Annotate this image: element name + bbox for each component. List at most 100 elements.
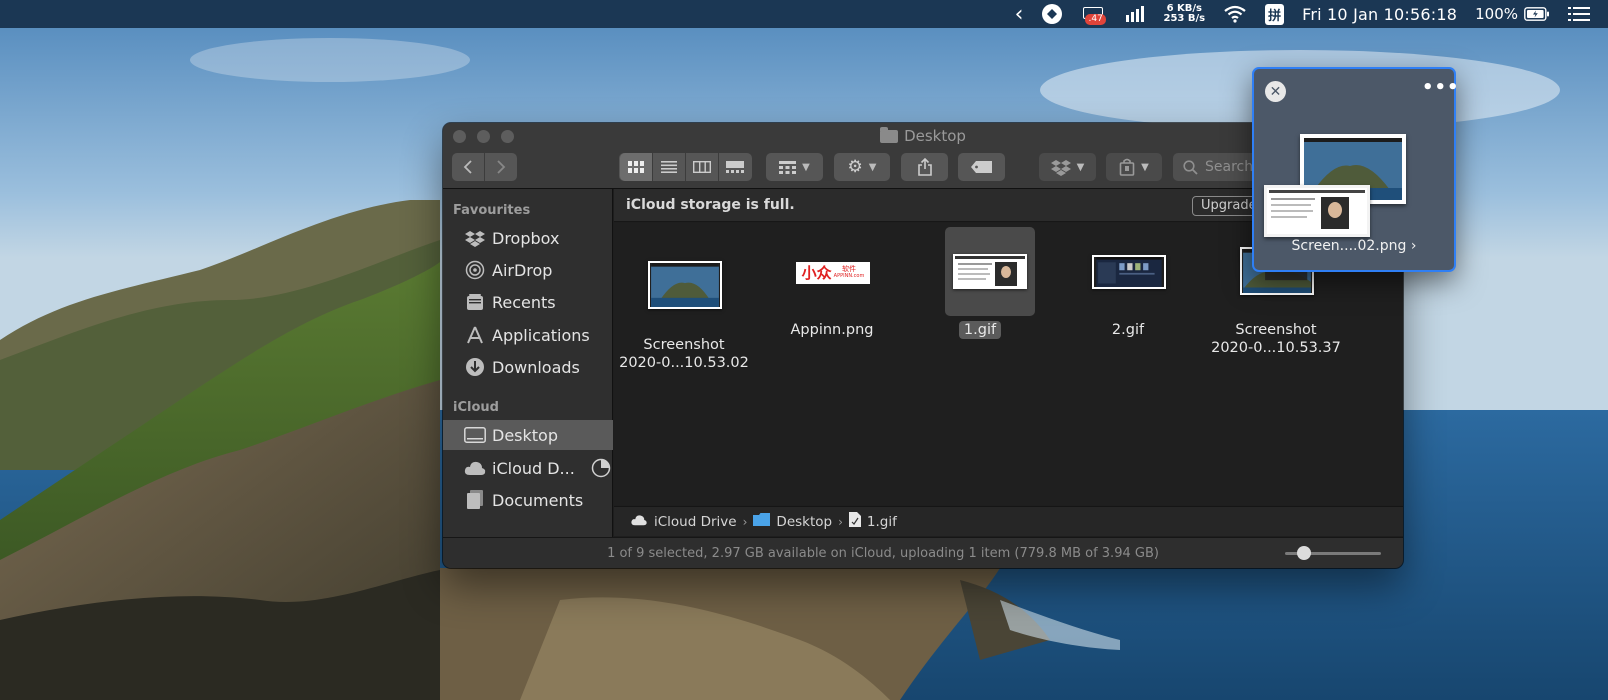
dropbox-toolbar-button[interactable]: ▼ [1039,153,1096,181]
dropbox-icon [1050,159,1071,176]
close-icon[interactable]: ✕ [1265,81,1286,102]
gallery-view-icon [726,161,744,173]
action-menu-button[interactable]: ⚙ ▼ [834,153,890,181]
file-item-appinn[interactable]: 小众 软件 APPINN.com Appinn.png [762,223,902,363]
file-item-2-gif[interactable]: 2.gif [1058,223,1198,363]
column-view-button[interactable] [686,153,719,181]
desktop-icon [464,425,486,445]
battery-percent: 100% [1475,5,1518,23]
gif-1-thumbnail-image [953,254,1027,289]
battery-status[interactable]: 100% [1475,0,1550,28]
bag-icon [1119,158,1135,176]
file-name: 2.gif [1058,321,1198,339]
menu-bar: ‹ .47 6 KB/s 253 B/s 拼 Fri 10 Jan 10:56:… [0,0,1608,28]
share-button[interactable] [901,153,948,181]
airdrop-icon [464,260,486,280]
status-bar: 1 of 9 selected, 2.97 GB available on iC… [443,537,1403,568]
tags-button[interactable] [958,153,1005,181]
sidebar-item-icloud-drive[interactable]: iCloud D... [443,453,613,483]
documents-icon [464,490,486,510]
recents-icon [464,292,486,312]
file-name: Screenshot 2020-0...10.53.37 [1206,321,1346,357]
nav-buttons [452,153,517,181]
sidebar-item-label: iCloud D... [492,458,575,478]
search-placeholder: Search [1205,159,1254,175]
battery-charging-icon [1524,7,1549,21]
path-separator: › [742,514,748,529]
tag-icon [970,161,992,173]
file-item-screenshot-1053-02[interactable]: Screenshot 2020-0...10.53.02 [614,223,754,383]
sidebar-item-documents[interactable]: Documents [443,485,613,515]
file-name-line1: Appinn.png [790,322,874,338]
more-options-icon[interactable]: ••• [1422,77,1460,98]
appinn-logo-image: 小众 软件 APPINN.com [796,262,870,284]
battery-badge-icon[interactable]: .47 [1081,4,1107,25]
tool-status-icon[interactable] [1041,0,1063,28]
input-method-icon[interactable]: 拼 [1265,0,1285,28]
icon-view-icon [627,161,644,173]
folder-icon [880,126,899,143]
file-name-line2: 2020-0...10.53.02 [619,355,749,371]
file-name-line1: Screenshot [643,337,725,353]
sidebar-section-favourites: Favourites [453,203,531,218]
network-speed[interactable]: 6 KB/s 253 B/s [1163,0,1205,28]
path-item-desktop[interactable]: Desktop [776,514,832,530]
gif-2-thumbnail-image [1092,255,1166,289]
sidebar-item-desktop[interactable]: Desktop [443,420,613,450]
sidebar-item-label: AirDrop [492,260,553,280]
sidebar-item-recents[interactable]: Recents [443,287,613,317]
gallery-view-button[interactable] [719,153,752,181]
file-item-1-gif[interactable]: 1.gif [910,223,1050,363]
list-view-icon [660,161,677,173]
wifi-icon[interactable] [1223,0,1247,28]
path-separator: › [838,514,843,529]
sidebar-item-label: Recents [492,292,556,312]
column-view-icon [692,161,711,173]
appinn-logo-subtext: 软件 [842,265,856,273]
appinn-logo-url: APPINN.com [833,273,865,279]
path-item-1-gif[interactable]: 1.gif [867,514,897,530]
chevron-down-icon: ▼ [802,161,810,173]
control-center-icon[interactable] [1568,0,1590,28]
file-name: Screenshot 2020-0...10.53.02 [614,336,754,372]
sidebar-item-dropbox[interactable]: Dropbox [443,223,613,253]
group-grid-icon [779,160,797,174]
screenshot-preview-panel[interactable]: ✕ ••• Screen....02.png › [1252,67,1459,272]
input-method-label: 拼 [1265,3,1285,25]
signal-bars-icon[interactable] [1125,0,1145,28]
icloud-icon [630,514,648,530]
sidebar-item-label: Desktop [492,425,558,445]
share-icon [917,158,932,176]
net-down-speed: 253 B/s [1163,13,1206,24]
sidebar-item-applications[interactable]: Applications [443,320,613,350]
screenshot-filename[interactable]: Screen....02.png › [1254,238,1454,254]
file-name-line1: 2.gif [1111,322,1145,338]
document-icon [848,512,861,531]
forward-button[interactable] [485,153,518,181]
file-name: 1.gif [910,321,1050,339]
menubar-back-icon[interactable]: ‹ [1015,0,1024,28]
file-thumbnail-selected [945,227,1035,316]
sidebar-item-label: Downloads [492,357,580,377]
back-button[interactable] [452,153,485,181]
file-thumbnail [647,259,723,311]
sidebar-item-downloads[interactable]: Downloads [443,352,613,382]
sidebar-item-airdrop[interactable]: AirDrop [443,255,613,285]
group-by-button[interactable]: ▼ [766,153,823,181]
list-view-button[interactable] [653,153,686,181]
menubar-clock[interactable]: Fri 10 Jan 10:56:18 [1302,0,1457,28]
app-toolbar-button[interactable]: ▼ [1106,153,1162,181]
file-name: Appinn.png [762,321,902,339]
downloads-icon [464,357,486,377]
storage-pie-icon [591,458,611,478]
file-name-line2: 2020-0...10.53.37 [1211,340,1341,356]
sidebar: Favourites Dropbox AirDrop Recents Appli… [443,189,613,568]
sidebar-item-label: Applications [492,325,590,345]
path-item-icloud-drive[interactable]: iCloud Drive [654,514,737,530]
icon-view-button[interactable] [619,153,653,181]
sidebar-section-icloud: iCloud [453,400,499,415]
badge-count: .47 [1085,14,1106,25]
search-icon [1183,159,1198,175]
screenshot-preview-front-image [1264,185,1370,237]
applications-icon [464,325,486,345]
